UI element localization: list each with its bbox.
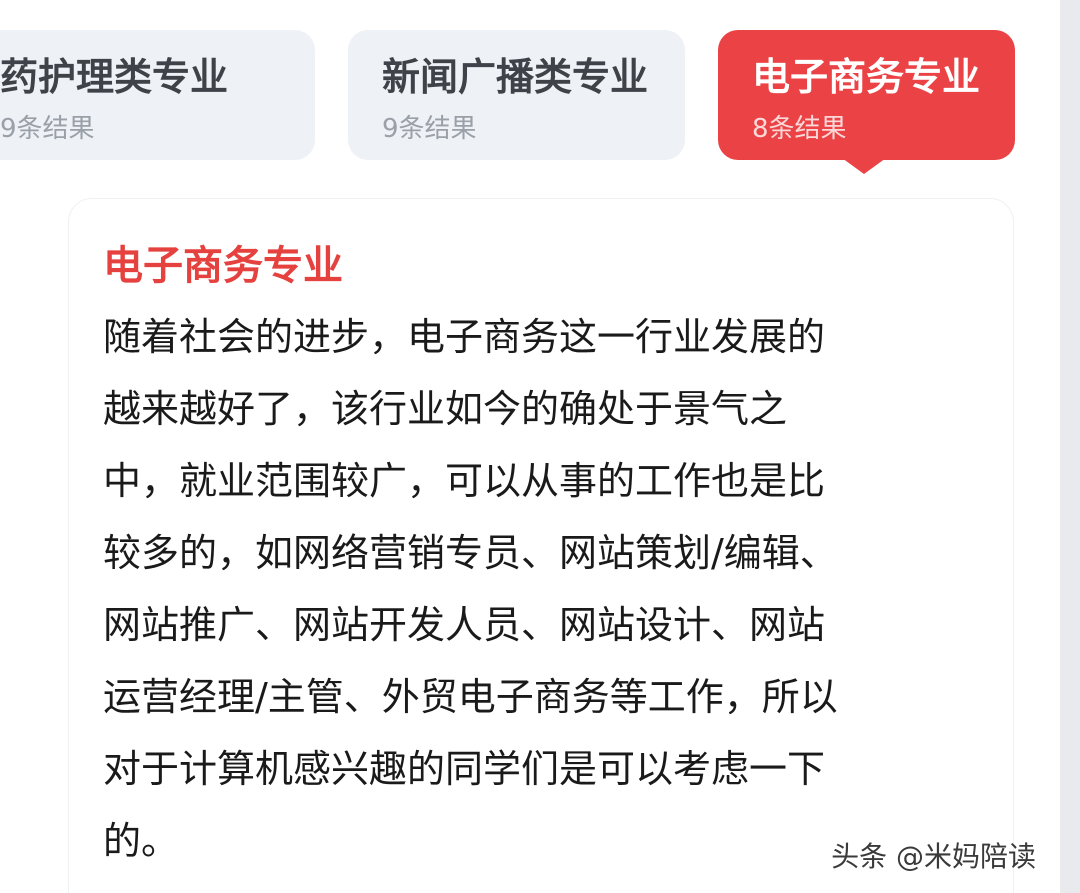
tab-result-count: 9条结果 bbox=[0, 114, 95, 144]
description-line: 较多的，如网络营销专员、网站策划/编辑、 bbox=[103, 531, 838, 575]
description-line: 中，就业范围较广，可以从事的工作也是比 bbox=[103, 459, 826, 503]
page-canvas: 医药护理类专业 9条结果 新闻广播类专业 9条结果 电子商务专业 8条结果 电子… bbox=[0, 0, 1060, 893]
active-tab-pointer bbox=[842, 158, 886, 174]
major-detail-title: 电子商务专业 bbox=[103, 243, 343, 289]
tab-result-count: 9条结果 bbox=[382, 114, 477, 144]
tab-e-commerce[interactable]: 电子商务专业 8条结果 bbox=[718, 30, 1015, 160]
watermark-label: 头条 @米妈陪读 bbox=[831, 840, 1036, 873]
tab-label: 新闻广播类专业 bbox=[382, 55, 649, 99]
tab-medical-nursing[interactable]: 医药护理类专业 9条结果 bbox=[0, 30, 315, 160]
description-line: 运营经理/主管、外贸电子商务等工作，所以 bbox=[103, 675, 838, 719]
tab-label: 电子商务专业 bbox=[752, 55, 981, 99]
description-line: 对于计算机感兴趣的同学们是可以考虑一下 bbox=[103, 747, 826, 791]
tab-result-count: 8条结果 bbox=[752, 114, 847, 144]
tab-label: 医药护理类专业 bbox=[0, 55, 229, 99]
description-line: 随着社会的进步，电子商务这一行业发展的 bbox=[103, 315, 826, 359]
description-line: 越来越好了，该行业如今的确处于景气之 bbox=[103, 387, 788, 431]
description-line: 网站推广、网站开发人员、网站设计、网站 bbox=[103, 603, 826, 647]
tab-journalism-broadcasting[interactable]: 新闻广播类专业 9条结果 bbox=[348, 30, 685, 160]
major-detail-description: 随着社会的进步，电子商务这一行业发展的 越来越好了，该行业如今的确处于景气之 中… bbox=[103, 301, 1003, 877]
right-edge-strip bbox=[1060, 0, 1080, 893]
